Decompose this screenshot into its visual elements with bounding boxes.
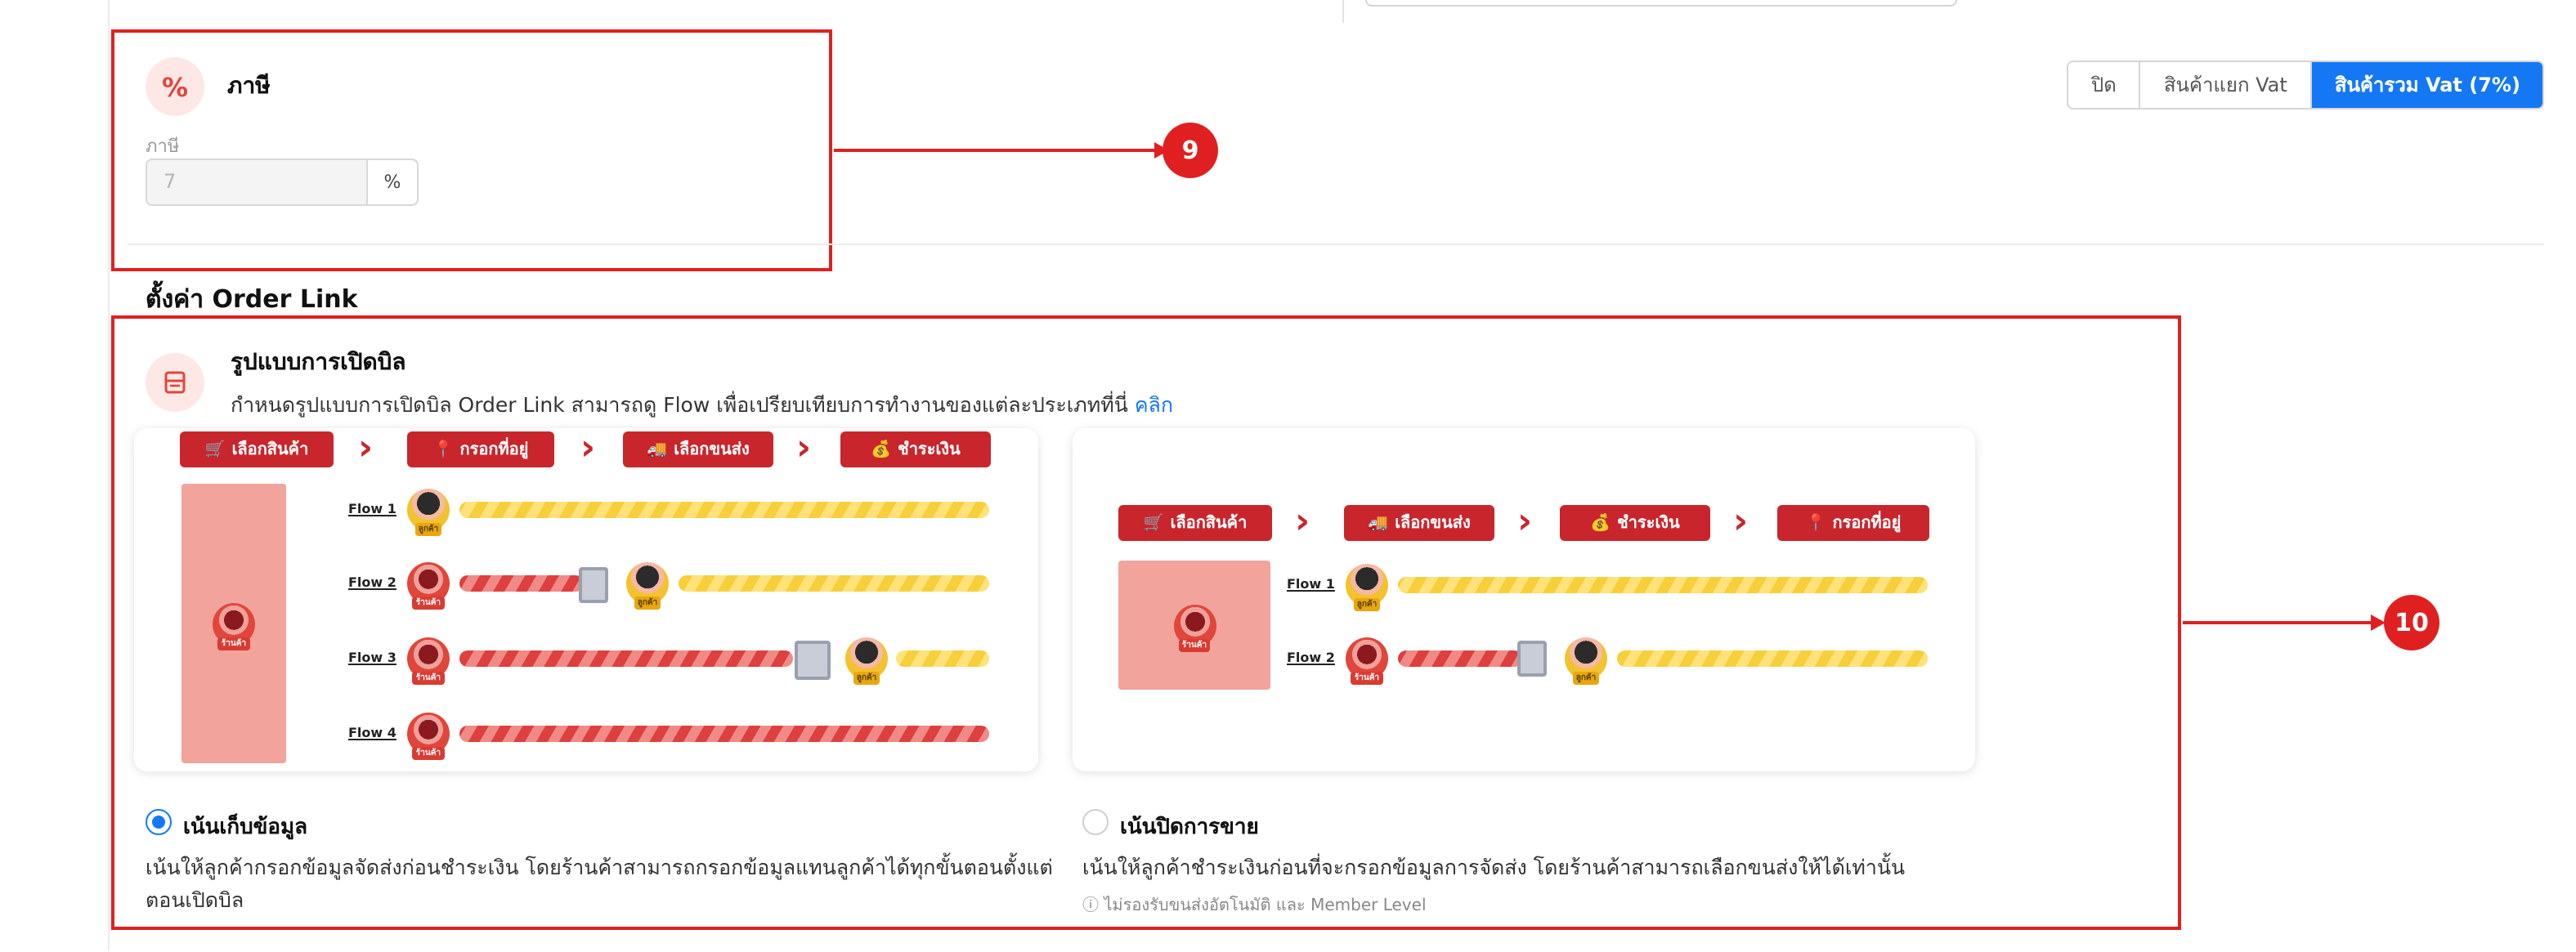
annotation-arrow-order-link-line [2183,621,2374,624]
annotation-badge-order-link: 10 [2384,595,2439,650]
order-link-section-title: ตั้งค่า Order Link [146,284,358,314]
annotation-arrow-tax-line [834,149,1161,152]
content-left-border [108,0,110,951]
annotation-box-order-link [111,315,2181,930]
annotation-badge-tax: 9 [1163,123,1218,178]
previous-section-input[interactable] [1365,0,1957,7]
column-divider [1342,0,1344,23]
vat-mode-off-button[interactable]: ปิด [2068,62,2141,108]
section-divider [128,244,2544,245]
vat-mode-inclusive-button[interactable]: สินค้ารวม Vat (7%) [2311,62,2543,108]
vat-mode-exclusive-button[interactable]: สินค้าแยก Vat [2141,62,2312,108]
vat-mode-selector[interactable]: ปิด สินค้าแยก Vat สินค้ารวม Vat (7%) [2067,60,2545,110]
annotation-box-tax [111,29,832,271]
